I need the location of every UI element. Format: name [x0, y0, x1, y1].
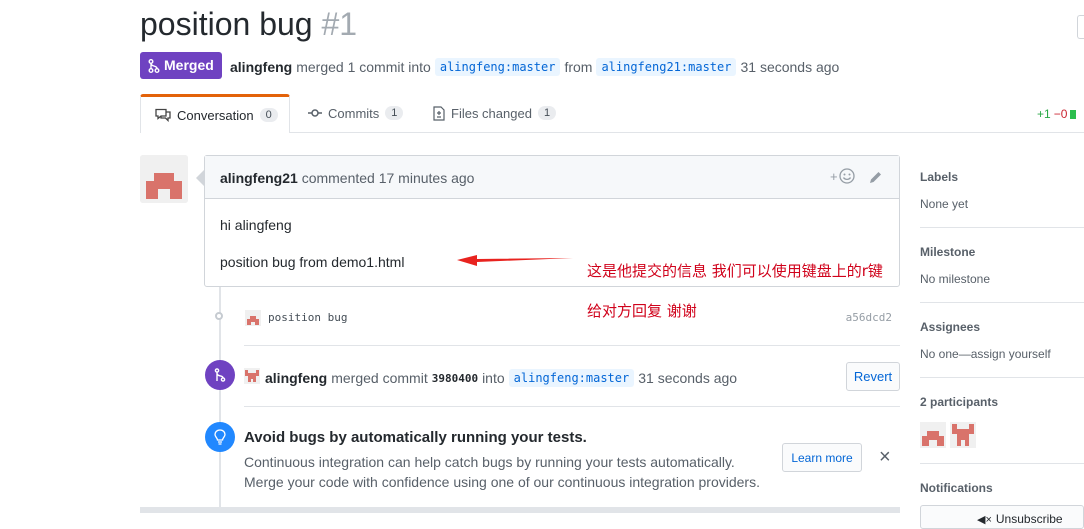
- learn-more-button[interactable]: Learn more: [782, 443, 862, 472]
- close-icon[interactable]: ×: [879, 447, 891, 467]
- tab-commits-count: 1: [385, 106, 404, 120]
- pr-meta: alingfeng merged 1 commit into alingfeng…: [230, 58, 839, 76]
- sidebar-milestone-value: No milestone: [920, 272, 991, 286]
- comment-line-1: hi alingfeng: [220, 217, 292, 233]
- merged-status-badge: Merged: [140, 52, 222, 79]
- commit-icon: [308, 109, 322, 117]
- sidebar-participants-heading: 2 participants: [920, 395, 999, 409]
- lightbulb-icon: [214, 429, 226, 445]
- merger-avatar[interactable]: [244, 368, 260, 384]
- lightbulb-event-icon: [205, 422, 235, 452]
- comment-caret: [196, 170, 204, 186]
- merge-event-branch[interactable]: alingfeng:master: [508, 369, 635, 387]
- sidebar-divider: [920, 377, 1084, 378]
- pr-number: #1: [321, 6, 358, 42]
- diffstat-deletions: −0: [1053, 107, 1068, 121]
- plus-icon: +: [830, 168, 838, 184]
- comment-header: alingfeng21 commented 17 minutes ago +: [205, 156, 899, 199]
- pencil-icon[interactable]: [868, 170, 883, 185]
- diffstat-additions: +1: [1037, 107, 1051, 121]
- sidebar-milestone-heading[interactable]: Milestone: [920, 245, 975, 259]
- timeline-divider: [244, 345, 900, 346]
- pr-merge-text: merged 1 commit into: [296, 59, 431, 75]
- comment-author[interactable]: alingfeng21: [220, 170, 298, 186]
- commit-sha[interactable]: a56dcd2: [846, 311, 892, 324]
- pr-time: 31 seconds ago: [740, 59, 840, 75]
- base-branch[interactable]: alingfeng:master: [434, 58, 561, 76]
- merge-event-author[interactable]: alingfeng: [265, 370, 327, 386]
- commit-author-avatar[interactable]: [245, 310, 261, 326]
- file-diff-icon: [433, 105, 445, 121]
- sidebar-labels-heading[interactable]: Labels: [920, 170, 958, 184]
- merge-event-action: merged commit: [331, 370, 428, 386]
- smiley-icon: [838, 168, 855, 184]
- sidebar-divider: [920, 463, 1084, 464]
- sidebar-assignees-value[interactable]: No one—assign yourself: [920, 347, 1051, 361]
- merge-event-sha[interactable]: 3980400: [432, 372, 478, 385]
- merge-icon: [214, 368, 226, 382]
- tab-conversation-label: Conversation: [177, 107, 254, 123]
- annotation-arrow: [457, 255, 573, 266]
- ci-tip-line-1: Continuous integration can help catch bu…: [244, 454, 735, 470]
- comment-author-line: alingfeng21 commented 17 minutes ago: [220, 170, 474, 186]
- participant-avatar[interactable]: [950, 422, 976, 448]
- add-reaction-button[interactable]: +: [830, 168, 855, 184]
- comment-icon: [155, 108, 171, 122]
- commit-message[interactable]: position bug: [268, 311, 347, 324]
- comment-line-2: position bug from demo1.html: [220, 254, 405, 270]
- sidebar-divider: [920, 227, 1084, 228]
- ci-tip-line-2: Merge your code with confidence using on…: [244, 474, 760, 490]
- pr-title-text: position bug: [140, 6, 313, 42]
- tab-files-changed[interactable]: Files changed 1: [433, 94, 557, 132]
- sidebar-labels-value: None yet: [920, 197, 969, 211]
- merge-event-text: alingfeng merged commit 3980400 into ali…: [265, 369, 737, 387]
- tab-conversation[interactable]: Conversation 0: [140, 94, 290, 133]
- comment-meta[interactable]: commented 17 minutes ago: [302, 170, 475, 186]
- tab-conversation-count: 0: [259, 108, 278, 122]
- sidebar-assignees-heading[interactable]: Assignees: [920, 320, 980, 334]
- pr-from-text: from: [564, 59, 593, 75]
- participant-avatar[interactable]: [920, 422, 946, 448]
- edit-button-edge[interactable]: [1077, 15, 1084, 39]
- commit-dot-icon: [215, 312, 223, 320]
- pr-author-link[interactable]: alingfeng: [230, 59, 292, 75]
- identicon-avatar: [140, 155, 188, 203]
- tab-commits-label: Commits: [328, 105, 380, 121]
- tab-commits[interactable]: Commits 1: [308, 94, 404, 132]
- sidebar-divider: [920, 302, 1084, 303]
- merged-status-label: Merged: [164, 57, 214, 73]
- tab-files-changed-count: 1: [537, 106, 557, 120]
- merge-event-time[interactable]: 31 seconds ago: [638, 370, 737, 386]
- merge-icon: [148, 58, 160, 73]
- diffstat-block: [1070, 109, 1077, 119]
- unsubscribe-label: Unsubscribe: [995, 512, 1063, 526]
- commit-row: position bug a56dcd2: [212, 306, 900, 328]
- timeline-divider-2: [244, 406, 900, 407]
- diffstat: +1 −0: [1037, 107, 1077, 121]
- mute-icon: ◀×: [977, 513, 992, 526]
- tab-files-changed-label: Files changed: [451, 105, 532, 121]
- head-branch[interactable]: alingfeng21:master: [596, 58, 737, 76]
- merge-event-into: into: [482, 370, 505, 386]
- annotation-text-1: 这是他提交的信息 我们可以使用键盘上的r键: [587, 262, 883, 280]
- unsubscribe-button[interactable]: ◀× Unsubscribe: [920, 505, 1084, 529]
- timeline-end-bar: [140, 507, 900, 513]
- merge-event-icon: [205, 360, 235, 390]
- sidebar-notifications-heading: Notifications: [920, 481, 993, 495]
- revert-button[interactable]: Revert: [846, 362, 900, 391]
- avatar[interactable]: [140, 155, 188, 203]
- ci-tip-title: Avoid bugs by automatically running your…: [244, 429, 587, 446]
- pr-title: position bug #1: [140, 6, 357, 43]
